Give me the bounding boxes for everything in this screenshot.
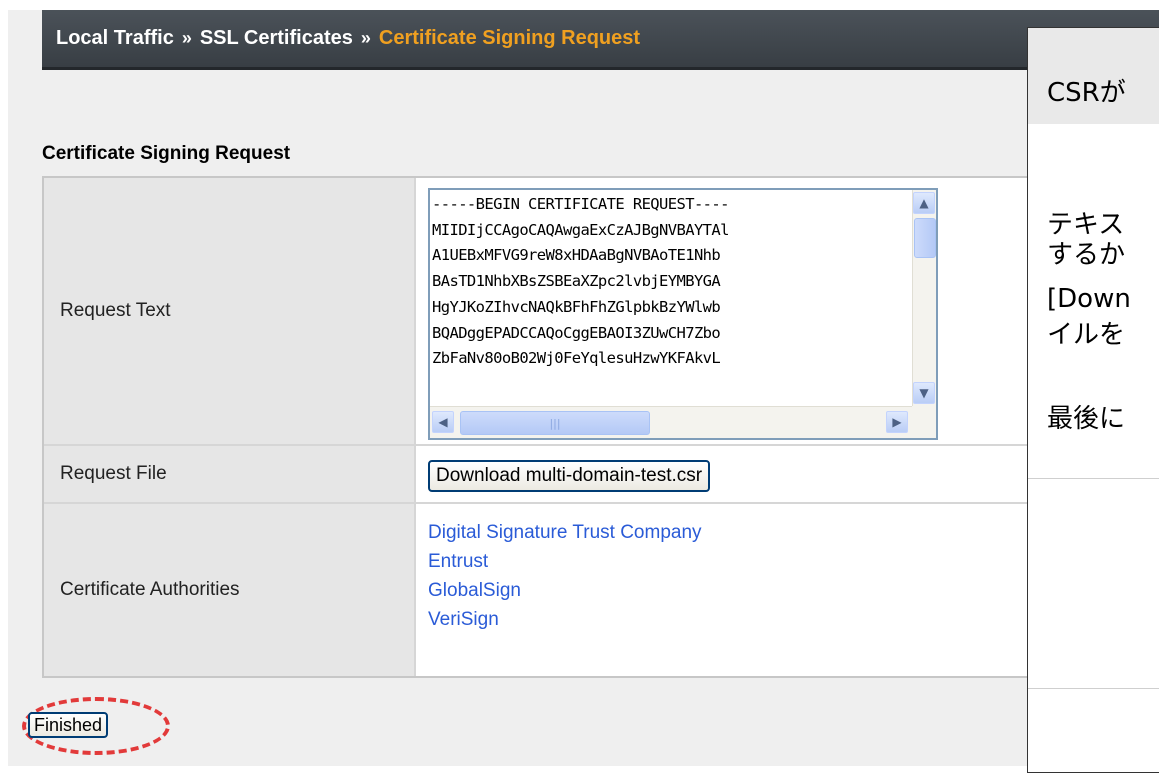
annotation-text: CSRが <box>1047 78 1126 108</box>
breadcrumb-local-traffic[interactable]: Local Traffic <box>56 27 174 50</box>
csr-line: BAsTD1NhbXBsZSBEaXZpc2lvbjEYMBYGA <box>432 272 721 291</box>
certificate-authorities-label: Certificate Authorities <box>44 504 416 676</box>
scroll-up-arrow-icon[interactable]: ▲ <box>913 192 935 214</box>
ca-link-verisign[interactable]: VeriSign <box>428 609 499 630</box>
finished-button[interactable]: Finished <box>28 712 109 738</box>
annotation-text: 最後に <box>1047 404 1126 434</box>
breadcrumb-ssl-certificates[interactable]: SSL Certificates <box>200 27 353 50</box>
csr-line: A1UEBxMFVG9reW8xHDAaBgNVBAoTE1Nhb <box>432 246 721 265</box>
download-csr-button[interactable]: Download multi-domain-test.csr <box>428 460 711 492</box>
annotation-callout: CSRが テキス するか [Down イルを 最後に <box>1027 27 1159 773</box>
annotation-divider <box>1028 688 1159 689</box>
csr-line: BQADggEPADCCAQoCggEBAOI3ZUwCH7Zbo <box>432 323 721 342</box>
certificate-authorities-list: Digital Signature Trust Company Entrust … <box>428 518 702 634</box>
scrollbar-corner <box>912 406 936 438</box>
scroll-down-arrow-icon[interactable]: ▼ <box>913 382 935 404</box>
annotation-text: するか <box>1047 240 1126 270</box>
scroll-left-arrow-icon[interactable]: ◀ <box>432 411 454 433</box>
annotation-text: イルを <box>1047 320 1126 350</box>
csr-line: MIIDIjCCAgoCAQAwgaExCzAJBgNVBAYTAl <box>432 220 729 239</box>
vertical-scroll-thumb[interactable] <box>914 218 936 258</box>
horizontal-scrollbar[interactable]: ◀ ||| ▶ <box>430 406 912 438</box>
request-file-row: Request File Download multi-domain-test.… <box>44 446 1040 504</box>
ca-list-item: Digital Signature Trust Company <box>428 518 702 547</box>
ca-link-digital-signature-trust[interactable]: Digital Signature Trust Company <box>428 522 702 543</box>
request-text-row: Request Text -----BEGIN CERTIFICATE REQU… <box>44 178 1040 446</box>
request-text-content[interactable]: -----BEGIN CERTIFICATE REQUEST---- MIIDIj… <box>432 192 910 404</box>
ca-list-item: Entrust <box>428 547 702 576</box>
breadcrumb-current-page: Certificate Signing Request <box>378 27 641 49</box>
csr-line: -----BEGIN CERTIFICATE REQUEST---- <box>432 195 729 213</box>
breadcrumb-separator: » <box>360 28 371 48</box>
annotation-text: [Down <box>1047 284 1131 314</box>
horizontal-scroll-thumb[interactable]: ||| <box>460 411 650 435</box>
annotation-divider <box>1028 478 1159 479</box>
ca-list-item: GlobalSign <box>428 576 702 605</box>
ca-list-item: VeriSign <box>428 605 702 634</box>
csr-properties-table: Request Text -----BEGIN CERTIFICATE REQU… <box>42 176 1042 678</box>
csr-line: HgYJKoZIhvcNAQkBFhFhZGlpbkBzYWlwb <box>432 297 721 316</box>
certificate-authorities-row: Certificate Authorities Digital Signatur… <box>44 504 1040 676</box>
top-margin <box>0 0 1159 10</box>
page: Local Traffic » SSL Certificates » Certi… <box>0 0 1159 779</box>
left-margin <box>0 0 8 779</box>
ca-link-entrust[interactable]: Entrust <box>428 551 488 572</box>
breadcrumb-separator: » <box>181 28 192 48</box>
vertical-scrollbar[interactable]: ▲ ▼ <box>912 190 936 406</box>
breadcrumb: Local Traffic » SSL Certificates » Certi… <box>42 10 1159 70</box>
request-text-area[interactable]: -----BEGIN CERTIFICATE REQUEST---- MIIDIj… <box>428 188 938 440</box>
section-title: Certificate Signing Request <box>42 143 291 164</box>
bottom-margin <box>0 766 1159 779</box>
request-text-label: Request Text <box>44 178 416 444</box>
ca-link-globalsign[interactable]: GlobalSign <box>428 580 521 601</box>
grip-icon: ||| <box>549 416 561 430</box>
request-file-label: Request File <box>44 446 416 502</box>
scroll-right-arrow-icon[interactable]: ▶ <box>886 411 908 433</box>
csr-line: ZbFaNv80oB02Wj0FeYqlesuHzwYKFAkvL <box>432 349 721 368</box>
